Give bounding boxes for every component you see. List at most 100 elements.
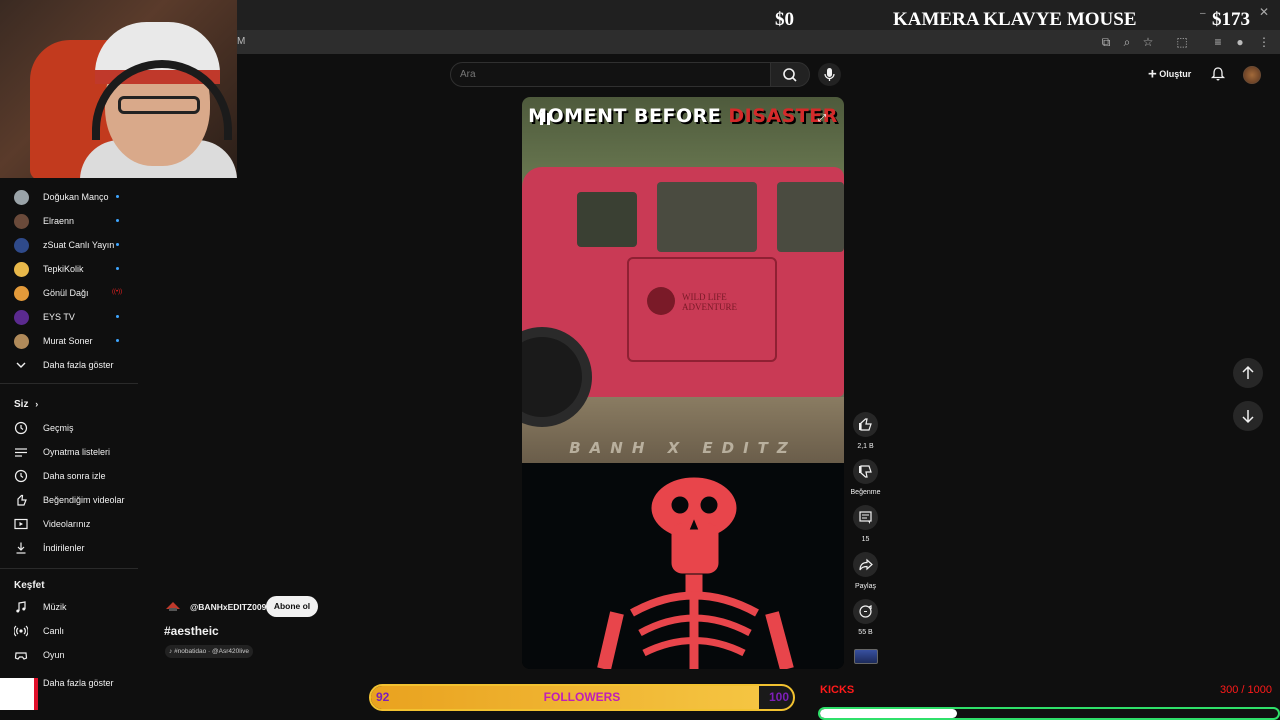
media-icon[interactable]: ≡ (1211, 35, 1225, 49)
plus-icon: + (1148, 65, 1157, 83)
channel-avatar (14, 262, 29, 277)
fullscreen-icon[interactable]: ⤢ (818, 113, 830, 125)
playlists-icon (15, 448, 27, 457)
sidebar-item-label: Oyun (43, 650, 65, 660)
subscription-item[interactable]: Elraenn (0, 209, 138, 233)
live-icon (14, 625, 28, 637)
goal-money-start: $0 (775, 9, 794, 30)
subscription-item[interactable]: EYS TV (0, 305, 138, 329)
zoom-icon[interactable]: ⌕ (1120, 35, 1134, 49)
gaming-icon (14, 652, 28, 660)
channel-avatar[interactable] (164, 599, 182, 613)
comment-count: 15 (861, 536, 870, 543)
channel-avatar (14, 286, 29, 301)
subscription-label: Gönül Dağı (43, 288, 89, 298)
create-label: Oluştur (1159, 69, 1192, 79)
webcam-overlay (0, 0, 237, 178)
you-section-title[interactable]: Siz › (14, 399, 38, 410)
channel-avatar (14, 190, 29, 205)
subscription-item[interactable]: Gönül Dağı ((•)) (0, 281, 138, 305)
minimize-icon[interactable]: – (1200, 8, 1206, 19)
sidebar-item-your-videos[interactable]: Videolarınız (0, 512, 138, 536)
create-button[interactable]: + Oluştur (1142, 62, 1202, 86)
subscribe-button[interactable]: Abone ol (266, 596, 318, 617)
like-icon (17, 494, 27, 506)
thumbs-down-icon (859, 465, 872, 478)
sidebar-item-history[interactable]: Geçmiş (0, 416, 138, 440)
video-frame-top: WILD LIFE ADVENTURE (522, 97, 844, 463)
video-title-overlay: MOMENT BEFORE DISASTER (528, 105, 838, 127)
subscription-item[interactable]: TepkiKolik (0, 257, 138, 281)
next-short-button[interactable] (1233, 401, 1263, 431)
chevron-down-icon (16, 362, 26, 368)
sidebar-item-live[interactable]: Canlı (0, 619, 138, 643)
share-label: Paylaş (854, 583, 876, 590)
followers-label: FOLLOWERS (543, 690, 621, 704)
sidebar-item-like[interactable]: Beğendiğim videolar (0, 488, 138, 512)
short-video-player[interactable]: WILD LIFE ADVENTURE MOMENT BEFORE DISAST… (522, 97, 844, 669)
new-content-dot (116, 315, 119, 318)
sidebar-item-label: Daha sonra izle (43, 471, 106, 481)
search-icon (783, 68, 797, 82)
subscription-item[interactable]: Doğukan Manço (0, 185, 138, 209)
explore-section-title: Keşfet (14, 580, 45, 591)
kicks-goal-bar (818, 707, 1280, 720)
extensions-icon[interactable]: ⬚ (1175, 35, 1189, 49)
live-indicator-icon: ((•)) (112, 289, 123, 295)
sidebar-item-gaming[interactable]: Oyun (0, 643, 138, 667)
bell-icon (1210, 67, 1226, 81)
sidebar-item-label: Geçmiş (43, 423, 74, 433)
sidebar: Doğukan Manço Elraenn zSuat Canlı Yayın Tep… (0, 185, 138, 720)
account-avatar[interactable] (1243, 66, 1261, 84)
subscription-label: TepkiKolik (43, 264, 84, 274)
subscription-label: Elraenn (43, 216, 75, 226)
search-box[interactable] (450, 62, 771, 87)
volume-icon[interactable]: ◖ (576, 111, 590, 125)
new-content-dot (116, 339, 119, 342)
sidebar-item-music[interactable]: Müzik (0, 595, 138, 619)
share-icon (859, 558, 873, 571)
followers-current: 92 (376, 690, 390, 704)
sound-label: #nobatidao · @Asr420live (174, 648, 249, 655)
sidebar-item-playlists[interactable]: Oynatma listeleri (0, 440, 138, 464)
channel-avatar (14, 334, 29, 349)
sidebar-item-label: İndirilenler (43, 543, 85, 553)
channel-avatar (14, 238, 29, 253)
profile-icon[interactable]: ● (1233, 35, 1247, 49)
previous-short-button[interactable] (1233, 358, 1263, 388)
dislike-label: Beğenme (850, 489, 881, 496)
voice-search-button[interactable] (818, 63, 841, 86)
close-icon[interactable]: ✕ (1259, 5, 1269, 19)
sidebar-item-label: Videolarınız (43, 519, 91, 529)
subscription-item[interactable]: Murat Soner (0, 329, 138, 353)
music-icon (16, 601, 26, 613)
sidebar-item-watch-later[interactable]: Daha sonra izle (0, 464, 138, 488)
search-input[interactable] (451, 63, 770, 86)
install-icon[interactable]: ⧉ (1099, 35, 1113, 49)
new-content-dot (116, 195, 119, 198)
pause-icon[interactable] (540, 113, 550, 125)
subscription-item[interactable]: zSuat Canlı Yayın (0, 233, 138, 257)
comments-button[interactable] (853, 505, 878, 530)
remix-button[interactable] (853, 599, 878, 624)
share-button[interactable] (853, 552, 878, 577)
url-text: M (237, 36, 246, 47)
bookmark-star-icon[interactable]: ☆ (1141, 35, 1155, 49)
subscription-label: Doğukan Manço (43, 192, 109, 202)
new-content-dot (116, 267, 119, 270)
show-more-explore-label: Daha fazla göster (43, 678, 114, 688)
menu-dots-icon[interactable]: ⋮ (1257, 35, 1271, 49)
short-title[interactable]: #aestheic (164, 624, 219, 638)
sound-chip[interactable]: ♪ #nobatidao · @Asr420live (165, 645, 253, 658)
notifications-button[interactable] (1210, 66, 1226, 82)
kicks-goal-fill (820, 709, 958, 718)
sound-thumbnail[interactable] (854, 649, 878, 664)
search-button[interactable] (770, 62, 810, 87)
goal-money-end: $173 (1212, 9, 1250, 30)
dislike-button[interactable] (853, 459, 878, 484)
browser-address-bar[interactable]: M ⧉ ⌕ ☆ ⬚ ≡ ● ⋮ (237, 30, 1280, 54)
sidebar-item-download[interactable]: İndirilenler (0, 536, 138, 560)
channel-name[interactable]: @BANHxEDITZ009 (190, 602, 266, 612)
show-more-subscriptions[interactable]: Daha fazla göster (0, 353, 138, 377)
like-button[interactable] (853, 412, 878, 437)
